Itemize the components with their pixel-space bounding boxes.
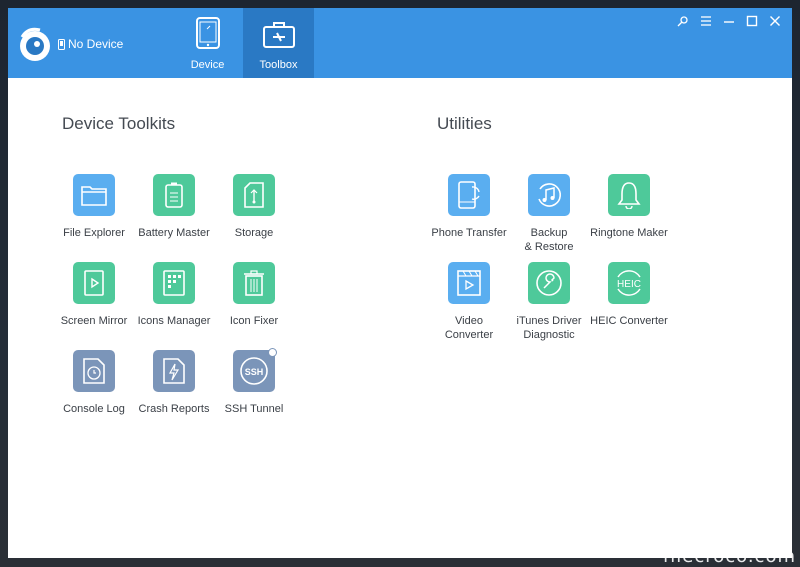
tab-toolbox[interactable]: Toolbox <box>243 8 314 78</box>
app-window: No Device Device Toolbox Device Toolkits… <box>8 8 792 558</box>
svg-text:SSH: SSH <box>245 367 264 377</box>
tile-label: Crash Reports <box>138 403 210 415</box>
device-status: No Device <box>58 37 123 51</box>
music-restore-icon <box>528 174 570 216</box>
device-toolkits-title: Device Toolkits <box>62 114 176 133</box>
title-bar: No Device Device Toolbox <box>8 8 792 78</box>
tile-ringtone-maker[interactable]: Ringtone Maker <box>588 174 670 240</box>
tile-crash-reports[interactable]: Crash Reports <box>133 350 215 416</box>
utilities-title: Utilities <box>437 114 492 133</box>
tile-label: HEIC Converter <box>590 315 668 327</box>
tile-backup-restore[interactable]: Backup & Restore <box>508 174 590 254</box>
tile-file-explorer[interactable]: File Explorer <box>53 174 135 240</box>
tile-phone-transfer[interactable]: Phone Transfer <box>428 174 510 240</box>
tile-label: Ringtone Maker <box>590 227 668 239</box>
phone-icon <box>58 38 65 50</box>
tile-screen-mirror[interactable]: Screen Mirror <box>53 262 135 328</box>
close-icon[interactable] <box>768 14 782 28</box>
tile-video-converter[interactable]: Video Converter <box>428 262 510 342</box>
window-controls <box>676 14 782 28</box>
wrench-icon <box>528 262 570 304</box>
phone-transfer-icon <box>448 174 490 216</box>
lightning-doc-icon <box>153 350 195 392</box>
tile-label: Icon Fixer <box>229 315 279 327</box>
tile-icons-manager[interactable]: Icons Manager <box>133 262 215 328</box>
play-screen-icon <box>73 262 115 304</box>
device-status-text: No Device <box>68 37 124 51</box>
status-dot <box>268 348 277 357</box>
tile-label: Video Converter <box>444 315 494 341</box>
tile-label: File Explorer <box>63 227 125 239</box>
tile-label: Console Log <box>63 403 125 415</box>
tab-device[interactable]: Device <box>172 8 243 78</box>
grid-icon <box>153 262 195 304</box>
tile-label: Icons Manager <box>137 315 211 327</box>
tile-icon-fixer[interactable]: Icon Fixer <box>213 262 295 328</box>
tile-label: iTunes Driver Diagnostic <box>516 315 582 341</box>
watermark: filecroco.com <box>662 546 796 567</box>
ssh-icon: SSH <box>233 348 277 392</box>
tile-storage[interactable]: Storage <box>213 174 295 240</box>
tile-label: Screen Mirror <box>60 315 128 327</box>
folder-icon <box>73 174 115 216</box>
tile-heic-converter[interactable]: HEIC HEIC Converter <box>588 262 670 328</box>
video-icon <box>448 262 490 304</box>
pin-icon[interactable] <box>676 14 690 28</box>
toolbox-icon <box>262 22 295 48</box>
clock-doc-icon <box>73 350 115 392</box>
battery-icon <box>153 174 195 216</box>
bell-icon <box>608 174 650 216</box>
tile-label: Backup & Restore <box>524 227 574 253</box>
svg-text:HEIC: HEIC <box>617 279 641 290</box>
trash-icon <box>233 262 275 304</box>
tile-itunes-driver-diagnostic[interactable]: iTunes Driver Diagnostic <box>508 262 590 342</box>
app-logo <box>20 27 50 61</box>
menu-icon[interactable] <box>699 14 713 28</box>
heic-icon: HEIC <box>608 262 650 304</box>
tablet-icon <box>195 17 220 49</box>
tile-label: SSH Tunnel <box>224 403 284 415</box>
tile-battery-master[interactable]: Battery Master <box>133 174 215 240</box>
usb-storage-icon <box>233 174 275 216</box>
minimize-icon[interactable] <box>722 14 736 28</box>
tile-label: Battery Master <box>138 227 210 239</box>
tile-label: Storage <box>234 227 274 239</box>
tab-toolbox-label: Toolbox <box>259 59 298 71</box>
maximize-icon[interactable] <box>745 14 759 28</box>
tile-label: Phone Transfer <box>431 227 507 239</box>
tile-ssh-tunnel[interactable]: SSH SSH Tunnel <box>213 348 295 416</box>
tile-console-log[interactable]: Console Log <box>53 350 135 416</box>
tab-device-label: Device <box>190 59 225 71</box>
